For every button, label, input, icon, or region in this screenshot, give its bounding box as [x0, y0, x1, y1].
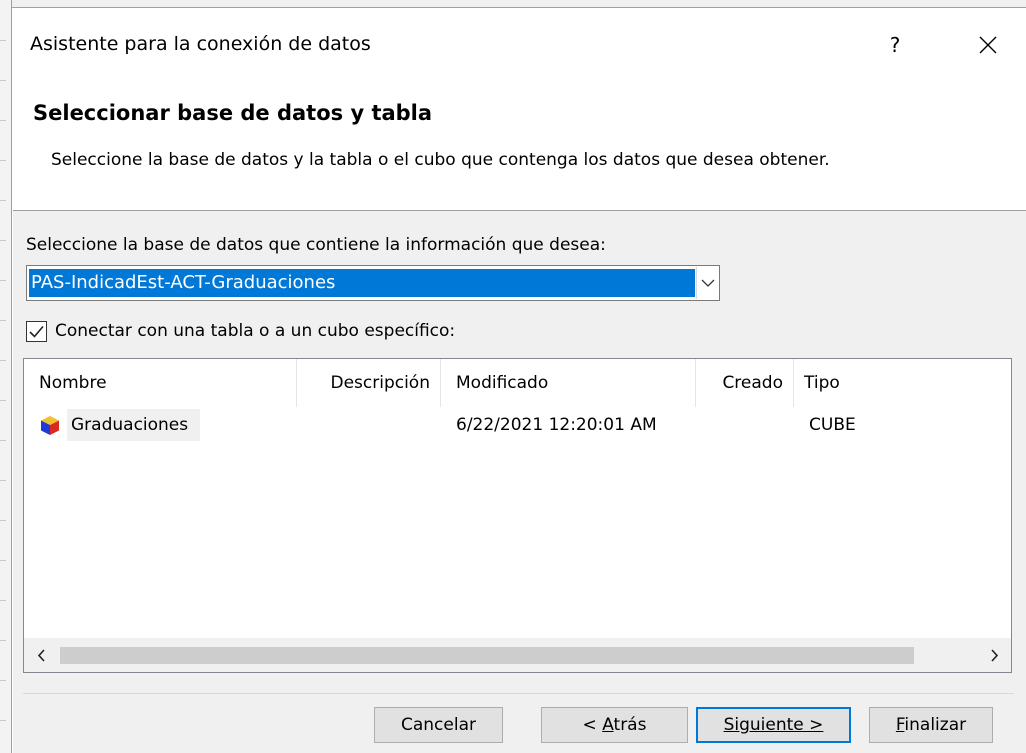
back-button[interactable]: < Atrás: [541, 707, 688, 743]
cell-nombre: Graduaciones: [67, 409, 201, 441]
window-title: Asistente para la conexión de datos: [30, 33, 371, 55]
cell-modificado: 6/22/2021 12:20:01 AM: [456, 415, 657, 435]
horizontal-scrollbar[interactable]: [24, 638, 1011, 672]
scroll-left-button[interactable]: [24, 638, 58, 672]
finish-button[interactable]: Finalizar: [869, 707, 993, 743]
background-window-edge: [0, 0, 12, 753]
tables-list[interactable]: Nombre Descripción Modificado Creado Tip…: [23, 358, 1012, 673]
finish-button-label: Finalizar: [895, 715, 967, 735]
close-button[interactable]: [965, 23, 1011, 67]
next-button[interactable]: Siguiente >: [696, 707, 851, 743]
chevron-right-icon: [990, 648, 998, 662]
scrollbar-thumb[interactable]: [60, 647, 914, 664]
database-label: Seleccione la base de datos que contiene…: [26, 235, 606, 255]
list-header: Nombre Descripción Modificado Creado Tip…: [24, 359, 1011, 407]
scroll-right-button[interactable]: [977, 638, 1011, 672]
chevron-left-icon: [37, 648, 45, 662]
column-header-modificado[interactable]: Modificado: [441, 359, 695, 407]
chevron-down-icon: [701, 279, 714, 287]
page-description: Seleccione la base de datos y la tabla o…: [51, 150, 830, 170]
wizard-body: Seleccione la base de datos que contiene…: [13, 211, 1026, 753]
column-header-nombre[interactable]: Nombre: [24, 359, 296, 407]
cancel-button[interactable]: Cancelar: [374, 707, 503, 743]
specific-table-label: Conectar con una tabla o a un cubo espec…: [55, 321, 456, 341]
back-button-label: < Atrás: [582, 715, 647, 735]
cell-descripcion: [297, 409, 440, 441]
database-selected-value: PAS-IndicadEst-ACT-Graduaciones: [29, 269, 695, 297]
cell-creado: [696, 409, 793, 441]
specific-table-checkbox[interactable]: [26, 320, 47, 342]
database-select[interactable]: PAS-IndicadEst-ACT-Graduaciones: [26, 265, 720, 301]
footer-separator: [23, 693, 1014, 694]
column-header-descripcion[interactable]: Descripción: [297, 359, 440, 407]
title-bar: Asistente para la conexión de datos ?: [13, 9, 1026, 79]
dropdown-button[interactable]: [696, 267, 718, 299]
column-header-creado[interactable]: Creado: [696, 359, 793, 407]
next-button-label: Siguiente >: [723, 715, 824, 735]
page-title: Seleccionar base de datos y tabla: [33, 101, 433, 125]
table-row[interactable]: Graduaciones 6/22/2021 12:20:01 AM CUBE: [24, 409, 1011, 441]
column-header-tipo[interactable]: Tipo: [794, 359, 1011, 407]
data-connection-wizard-dialog: Asistente para la conexión de datos ? Se…: [13, 9, 1026, 753]
cell-tipo: CUBE: [809, 415, 856, 435]
help-button[interactable]: ?: [873, 23, 917, 67]
cube-icon: [41, 416, 59, 435]
checkmark-icon: [29, 325, 44, 338]
background-window-top: [12, 0, 1026, 8]
close-icon: [979, 36, 997, 54]
cancel-button-label: Cancelar: [401, 715, 476, 735]
specific-table-option[interactable]: Conectar con una tabla o a un cubo espec…: [26, 319, 455, 343]
